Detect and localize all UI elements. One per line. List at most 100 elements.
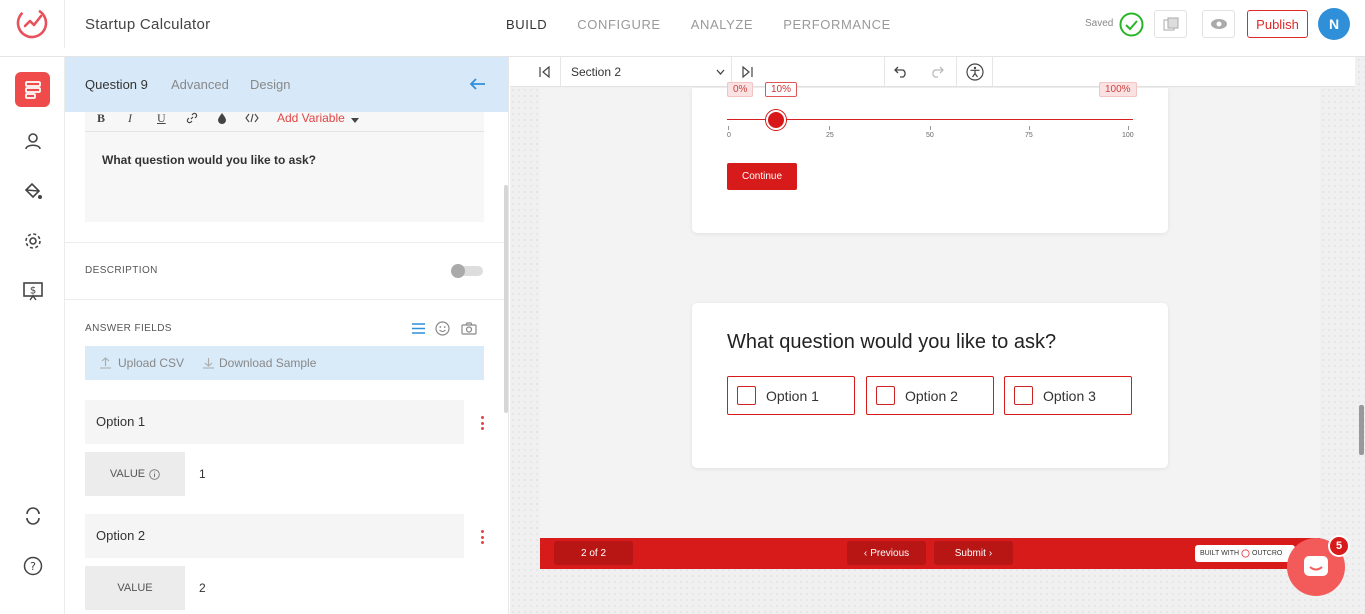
chat-icon bbox=[1304, 556, 1328, 576]
rail-users[interactable] bbox=[15, 123, 50, 158]
accessibility-icon[interactable] bbox=[966, 63, 984, 81]
built-with-badge[interactable]: BUILT WITH OUTCRO bbox=[1195, 545, 1295, 562]
panel-scrollbar[interactable] bbox=[504, 185, 508, 413]
rail-sync[interactable] bbox=[15, 498, 50, 533]
slider-question-card: 0% 10% 100% 0 25 50 75 100 Continue bbox=[692, 82, 1168, 233]
description-toggle[interactable] bbox=[451, 264, 484, 278]
upload-csv-button[interactable]: Upload CSV bbox=[118, 356, 184, 370]
slider-tick-label: 75 bbox=[1025, 132, 1033, 139]
chevron-left-icon: ‹ bbox=[863, 547, 868, 559]
built-with-label: BUILT WITH bbox=[1200, 550, 1240, 557]
saved-status: Saved bbox=[1085, 18, 1114, 29]
slider-tick-label: 50 bbox=[926, 132, 934, 139]
value-input[interactable]: 1 bbox=[185, 452, 464, 496]
previous-button[interactable]: ‹ Previous bbox=[847, 541, 926, 565]
left-rail: $ ? bbox=[0, 57, 65, 614]
dollar-screen-icon: $ bbox=[22, 281, 43, 300]
rail-help[interactable]: ? bbox=[15, 548, 50, 583]
canvas-scrollbar[interactable] bbox=[1359, 405, 1364, 455]
choice-option-3[interactable]: Option 3 bbox=[1004, 376, 1132, 415]
avatar[interactable]: N bbox=[1318, 8, 1350, 40]
continue-button[interactable]: Continue bbox=[727, 163, 797, 190]
chat-unread-badge: 5 bbox=[1328, 535, 1350, 557]
rail-design[interactable] bbox=[15, 173, 50, 208]
italic-button[interactable]: I bbox=[128, 111, 132, 126]
chevron-right-icon: › bbox=[988, 547, 993, 559]
option-value-row-2: VALUE 2 bbox=[85, 566, 464, 610]
code-icon[interactable] bbox=[245, 113, 259, 123]
eye-icon bbox=[1210, 19, 1227, 29]
rail-builder[interactable] bbox=[15, 72, 50, 107]
slider-track[interactable] bbox=[727, 119, 1133, 120]
builder-icon bbox=[24, 80, 41, 99]
duplicate-button[interactable] bbox=[1154, 10, 1187, 38]
emoji-icon[interactable] bbox=[435, 321, 450, 336]
publish-button[interactable]: Publish bbox=[1247, 10, 1308, 38]
answer-fields-label: ANSWER FIELDS bbox=[85, 323, 172, 334]
help-icon: ? bbox=[23, 556, 42, 575]
underline-button[interactable]: U bbox=[157, 111, 166, 126]
paint-bucket-icon bbox=[24, 182, 42, 199]
preview-button[interactable] bbox=[1202, 10, 1235, 38]
download-sample-button[interactable]: Download Sample bbox=[219, 356, 316, 370]
choice-option-2[interactable]: Option 2 bbox=[866, 376, 994, 415]
chevron-down-icon[interactable] bbox=[716, 69, 725, 75]
add-variable-dropdown[interactable]: Add Variable bbox=[277, 111, 345, 125]
preview-toolbar: Section 2 bbox=[510, 57, 1355, 87]
choice-label: Option 3 bbox=[1043, 388, 1096, 404]
bold-button[interactable]: B bbox=[97, 111, 105, 126]
option-row-2[interactable]: Option 2 bbox=[85, 514, 464, 558]
slider-handle[interactable] bbox=[766, 110, 786, 130]
nav-analyze[interactable]: ANALYZE bbox=[691, 17, 753, 32]
value-label-text: VALUE bbox=[117, 582, 153, 594]
question-title: What question would you like to ask? bbox=[727, 331, 1057, 353]
page-indicator: 2 of 2 bbox=[554, 541, 633, 565]
slider-tick bbox=[1128, 126, 1129, 130]
checkbox[interactable] bbox=[1014, 386, 1033, 405]
slider-tick-label: 0 bbox=[727, 132, 731, 139]
link-icon[interactable] bbox=[186, 112, 198, 124]
checkbox[interactable] bbox=[876, 386, 895, 405]
color-drop-icon[interactable] bbox=[217, 112, 227, 124]
question-editor[interactable] bbox=[85, 112, 484, 222]
undo-icon[interactable] bbox=[894, 66, 908, 78]
toolbar-separator bbox=[956, 57, 957, 87]
toggle-knob bbox=[451, 264, 465, 278]
tab-design[interactable]: Design bbox=[250, 77, 290, 92]
divider bbox=[65, 242, 508, 243]
back-arrow-icon[interactable] bbox=[469, 76, 487, 92]
outgrow-logo-icon[interactable] bbox=[15, 6, 49, 40]
submit-button[interactable]: Submit › bbox=[934, 541, 1013, 565]
slider-tick bbox=[1029, 126, 1030, 130]
slider-tick bbox=[930, 126, 931, 130]
first-page-icon[interactable] bbox=[539, 66, 551, 78]
nav-build[interactable]: BUILD bbox=[506, 17, 547, 32]
option-label[interactable]: Option 2 bbox=[96, 528, 145, 543]
nav-performance[interactable]: PERFORMANCE bbox=[783, 17, 891, 32]
nav-configure[interactable]: CONFIGURE bbox=[577, 17, 660, 32]
rail-pricing[interactable]: $ bbox=[15, 273, 50, 308]
option-menu-icon[interactable] bbox=[480, 416, 484, 430]
option-menu-icon[interactable] bbox=[480, 530, 484, 544]
tab-question[interactable]: Question 9 bbox=[85, 77, 148, 92]
tab-advanced[interactable]: Advanced bbox=[171, 77, 229, 92]
camera-icon[interactable] bbox=[461, 322, 477, 335]
last-page-icon[interactable] bbox=[741, 66, 753, 78]
option-row-1[interactable]: Option 1 bbox=[85, 400, 464, 444]
redo-icon[interactable] bbox=[930, 66, 944, 78]
question-text[interactable]: What question would you like to ask? bbox=[102, 153, 316, 167]
main-nav: BUILD CONFIGURE ANALYZE PERFORMANCE bbox=[506, 17, 891, 32]
option-label[interactable]: Option 1 bbox=[96, 414, 145, 429]
section-select[interactable]: Section 2 bbox=[571, 65, 621, 79]
duplicate-icon bbox=[1163, 17, 1178, 31]
rail-settings[interactable] bbox=[15, 223, 50, 258]
value-label: VALUE bbox=[85, 566, 185, 610]
checkbox[interactable] bbox=[737, 386, 756, 405]
svg-text:?: ? bbox=[30, 560, 36, 573]
logo-divider bbox=[64, 0, 65, 48]
list-icon[interactable] bbox=[412, 323, 425, 334]
value-input[interactable]: 2 bbox=[185, 566, 464, 610]
info-icon[interactable] bbox=[149, 468, 160, 480]
app-title[interactable]: Startup Calculator bbox=[85, 16, 210, 33]
choice-option-1[interactable]: Option 1 bbox=[727, 376, 855, 415]
